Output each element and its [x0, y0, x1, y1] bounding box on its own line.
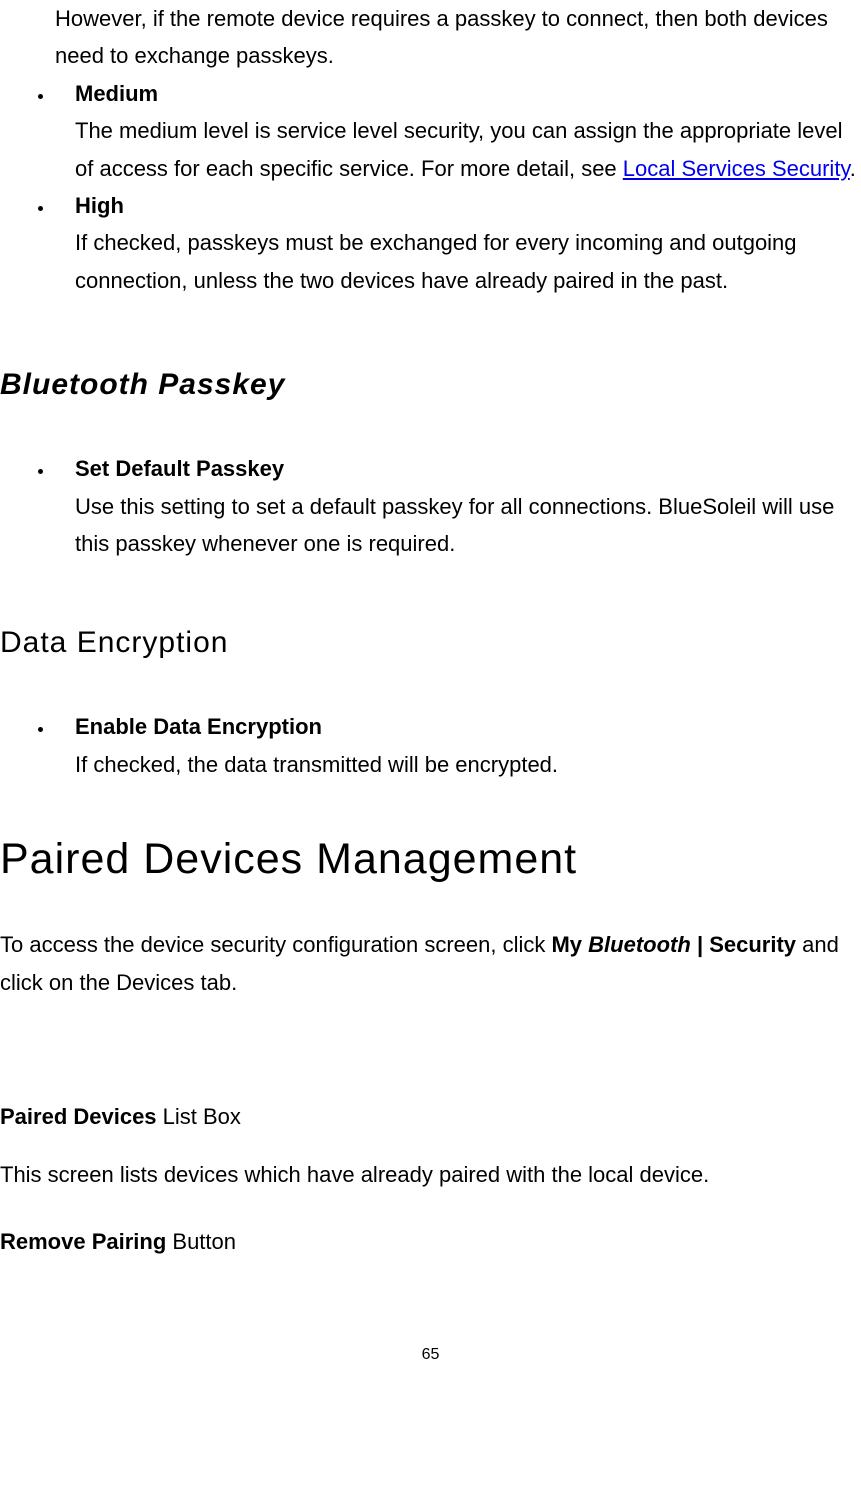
data-encryption-heading: Data Encryption: [0, 617, 861, 668]
paired-devices-desc: This screen lists devices which have alr…: [0, 1156, 861, 1193]
medium-title: Medium: [75, 81, 158, 106]
paired-devices-rest: List Box: [157, 1104, 241, 1129]
high-title: High: [75, 193, 124, 218]
list-item-enable-data-encryption: Enable Data Encryption If checked, the d…: [55, 708, 861, 783]
remove-pairing-button-label: Remove Pairing Button: [0, 1223, 861, 1260]
access-bolditalic: Bluetooth: [588, 932, 691, 957]
local-services-security-link[interactable]: Local Services Security: [623, 156, 850, 181]
access-bold2: | Security: [691, 932, 796, 957]
set-default-passkey-title: Set Default Passkey: [75, 456, 284, 481]
access-bold1: My: [551, 932, 588, 957]
paired-devices-listbox-label: Paired Devices List Box: [0, 1098, 861, 1135]
high-desc: If checked, passkeys must be exchanged f…: [75, 230, 797, 292]
paired-devices-management-heading: Paired Devices Management: [0, 823, 861, 896]
list-item-high: High If checked, passkeys must be exchan…: [55, 187, 861, 299]
remove-pairing-rest: Button: [166, 1229, 236, 1254]
paired-devices-bold: Paired Devices: [0, 1104, 157, 1129]
enable-data-encryption-desc: If checked, the data transmitted will be…: [75, 752, 558, 777]
page-number: 65: [0, 1341, 861, 1368]
access-instructions: To access the device security configurat…: [0, 926, 861, 1001]
enable-data-encryption-title: Enable Data Encryption: [75, 714, 322, 739]
list-item-set-default-passkey: Set Default Passkey Use this setting to …: [55, 450, 861, 562]
list-item-low-continuation: However, if the remote device requires a…: [35, 0, 861, 75]
low-continuation-text: However, if the remote device requires a…: [55, 6, 828, 68]
list-item-medium: Medium The medium level is service level…: [55, 75, 861, 187]
set-default-passkey-desc: Use this setting to set a default passke…: [75, 494, 834, 556]
bluetooth-passkey-heading: Bluetooth Passkey: [0, 359, 861, 410]
access-before: To access the device security configurat…: [0, 932, 551, 957]
remove-pairing-bold: Remove Pairing: [0, 1229, 166, 1254]
medium-desc-after: .: [850, 156, 856, 181]
